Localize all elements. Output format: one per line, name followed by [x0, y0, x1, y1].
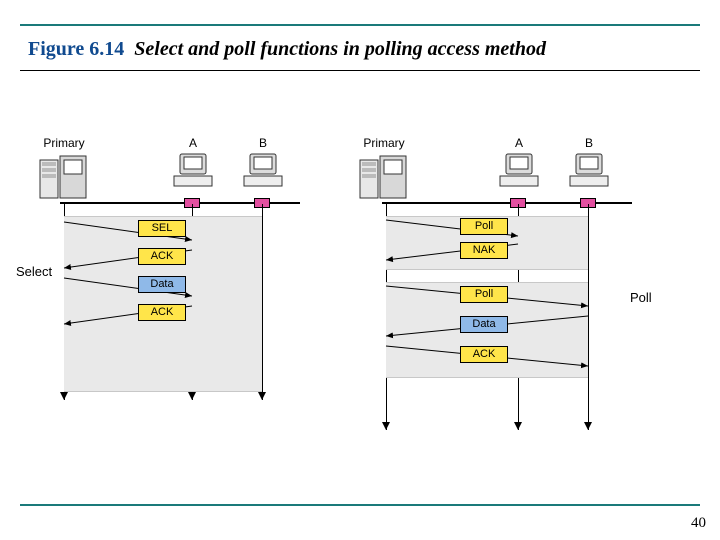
msg-data: Data: [460, 316, 508, 333]
msg-poll: Poll: [460, 218, 508, 235]
figure-title: Figure 6.14 Select and poll functions in…: [28, 38, 546, 61]
msg-sel: SEL: [138, 220, 186, 237]
msg-nak: NAK: [460, 242, 508, 259]
arrows-right: [350, 140, 670, 440]
figure-caption: Select and poll functions in polling acc…: [134, 38, 546, 60]
top-rule: [20, 24, 700, 26]
diagram-area: Primary A B: [30, 140, 690, 440]
side-label-poll: Poll: [630, 290, 652, 305]
page-number: 40: [691, 515, 706, 532]
arrows-left: [30, 140, 330, 410]
msg-poll: Poll: [460, 286, 508, 303]
msg-ack: ACK: [138, 248, 186, 265]
side-label-select: Select: [16, 264, 52, 279]
figure-number: Figure 6.14: [28, 38, 124, 60]
msg-data: Data: [138, 276, 186, 293]
bottom-rule: [20, 504, 700, 506]
title-underline: [20, 70, 700, 71]
msg-ack: ACK: [138, 304, 186, 321]
msg-ack: ACK: [460, 346, 508, 363]
